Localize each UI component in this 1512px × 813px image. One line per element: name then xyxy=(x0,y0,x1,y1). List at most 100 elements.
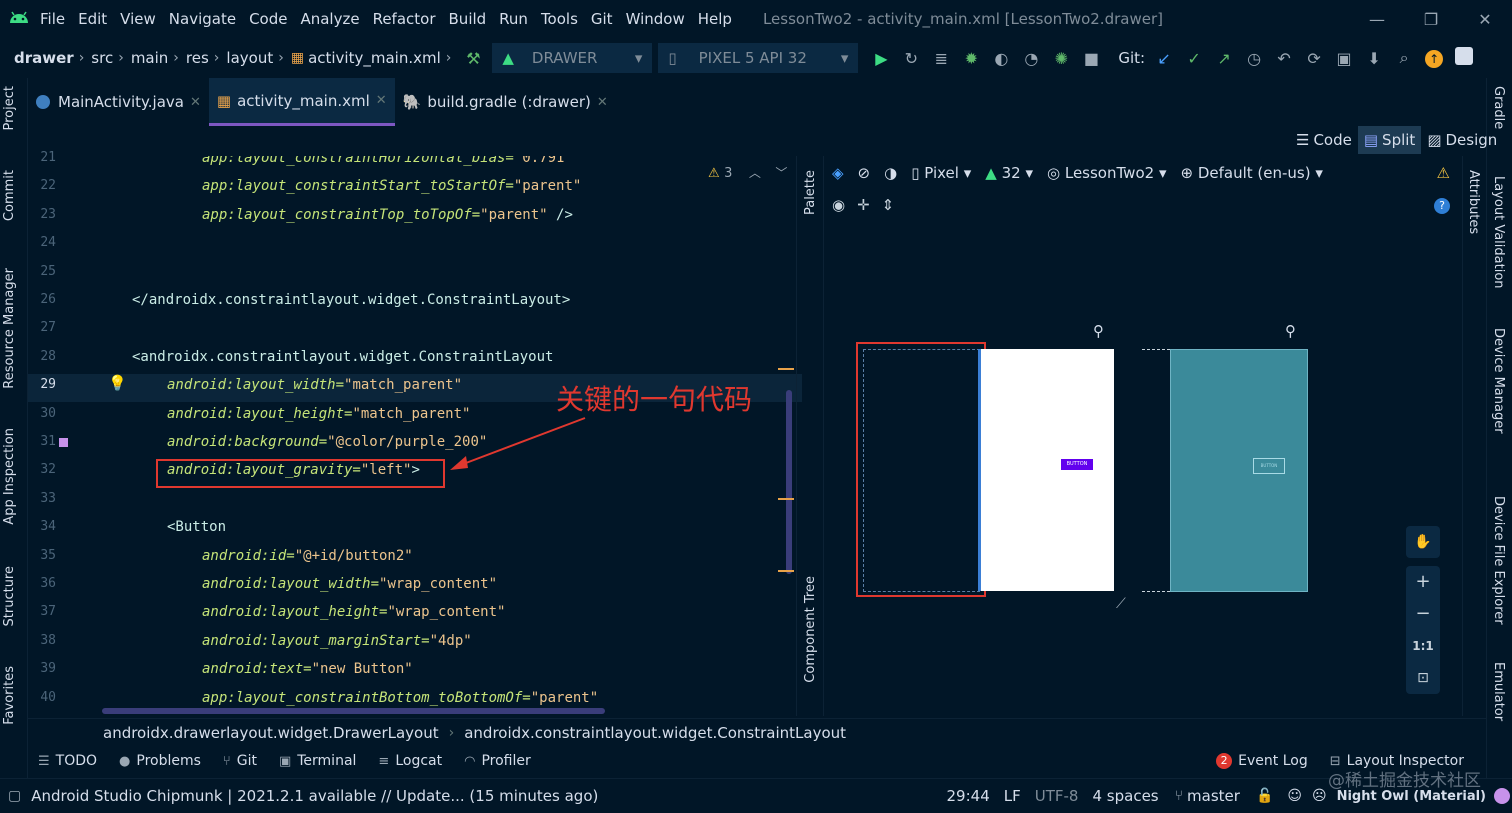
close-icon[interactable]: ✕ xyxy=(597,95,608,110)
code-line[interactable]: android:layout_marginStart="4dp" xyxy=(202,627,472,655)
tool-tab-terminal[interactable]: ▣ Terminal xyxy=(279,753,356,769)
menu-refactor[interactable]: Refactor xyxy=(373,10,436,28)
warning-icon[interactable]: ⚠ xyxy=(1437,164,1450,182)
design-view-button[interactable]: ▨ Design xyxy=(1421,126,1503,154)
chevron-down-icon[interactable]: ﹀ xyxy=(775,166,787,180)
apply-code-icon[interactable]: ≣ xyxy=(926,49,956,68)
status-message[interactable]: Android Studio Chipmunk | 2021.2.1 avail… xyxy=(31,787,598,805)
breadcrumb-res[interactable]: res xyxy=(186,49,209,67)
profile-icon[interactable]: ◔ xyxy=(1016,49,1046,68)
api-select[interactable]: ▲ 32 ▾ xyxy=(985,164,1033,182)
rollback-icon[interactable]: ↶ xyxy=(1269,49,1299,68)
tab-main-activity[interactable]: MainActivity.java ✕ xyxy=(28,78,209,126)
file-encoding[interactable]: UTF-8 xyxy=(1035,787,1079,805)
inspection-widget[interactable]: ⚠ 3 ︿ ﹀ xyxy=(708,164,787,181)
menu-tools[interactable]: Tools xyxy=(541,10,578,28)
history-icon[interactable]: ◷ xyxy=(1239,49,1269,68)
debug-icon[interactable]: ✹ xyxy=(956,49,986,68)
code-line[interactable]: app:layout_constraintStart_toStartOf="pa… xyxy=(202,172,581,200)
smiley-icon[interactable]: ☺ xyxy=(1287,788,1302,804)
tool-tab-profiler[interactable]: ◠ Profiler xyxy=(464,753,531,769)
minimize-button[interactable]: — xyxy=(1350,10,1404,29)
blueprint-preview[interactable]: BUTTON xyxy=(1170,349,1308,592)
menu-view[interactable]: View xyxy=(120,10,156,28)
menu-run[interactable]: Run xyxy=(499,10,528,28)
git-update-icon[interactable]: ↙ xyxy=(1149,49,1179,68)
indent-setting[interactable]: 4 spaces xyxy=(1092,787,1158,805)
split-view-button[interactable]: ▤ Split xyxy=(1357,126,1422,154)
constraint-icon[interactable]: ✛ xyxy=(857,196,870,214)
close-window-button[interactable]: ✕ xyxy=(1458,10,1512,29)
breadcrumb-layout[interactable]: layout xyxy=(226,49,273,67)
eye-icon[interactable]: ◉ xyxy=(832,196,845,214)
run-config-select[interactable]: ▲ DRAWER ▾ xyxy=(492,43,653,73)
close-icon[interactable]: ✕ xyxy=(376,93,387,108)
code-line[interactable]: <androidx.constraintlayout.widget.Constr… xyxy=(132,343,553,371)
menu-build[interactable]: Build xyxy=(449,10,487,28)
orientation-icon[interactable]: ⊘ xyxy=(858,164,871,182)
search-icon[interactable]: ⌕ xyxy=(1389,48,1419,68)
breadcrumb-drawer[interactable]: drawer xyxy=(14,49,74,67)
menu-window[interactable]: Window xyxy=(626,10,685,28)
attach-debugger-icon[interactable]: ✺ xyxy=(1046,49,1076,68)
tool-tab-layout-validation[interactable]: Layout Validation xyxy=(1491,176,1506,289)
theme-select[interactable]: ◎ LessonTwo2 ▾ xyxy=(1047,164,1166,182)
caret-position[interactable]: 29:44 xyxy=(947,787,990,805)
color-swatch[interactable] xyxy=(59,438,68,447)
tool-tab-component-tree[interactable]: Component Tree xyxy=(803,576,818,683)
restore-button[interactable]: ❐ xyxy=(1404,10,1458,29)
breadcrumb-src[interactable]: src xyxy=(91,49,113,67)
tool-tab-app-inspection[interactable]: App Inspection xyxy=(2,428,17,525)
wrench-icon[interactable]: ⚲ xyxy=(1285,322,1296,340)
locale-select[interactable]: ⊕ Default (en-us) ▾ xyxy=(1180,164,1322,182)
menu-navigate[interactable]: Navigate xyxy=(169,10,236,28)
tab-activity-main[interactable]: ▦ activity_main.xml ✕ xyxy=(208,78,395,126)
run-icon[interactable]: ▶ xyxy=(866,49,896,68)
zoom-actual-size-button[interactable]: 1:1 xyxy=(1406,630,1440,662)
zoom-in-icon[interactable]: + xyxy=(1406,566,1440,598)
git-commit-icon[interactable]: ✓ xyxy=(1179,49,1209,68)
git-push-icon[interactable]: ↗ xyxy=(1209,49,1239,68)
tool-tab-event-log[interactable]: 2 Event Log xyxy=(1216,753,1308,769)
tab-build-gradle[interactable]: 🐘 build.gradle (:drawer) ✕ xyxy=(395,78,616,126)
hammer-icon[interactable]: ⚒ xyxy=(458,49,488,68)
tool-tab-project[interactable]: Project xyxy=(2,86,17,130)
menu-git[interactable]: Git xyxy=(591,10,613,28)
code-line[interactable]: android:layout_height="match_parent" xyxy=(167,400,470,428)
code-line[interactable]: android:id="@+id/button2" xyxy=(202,542,413,570)
device-select[interactable]: ▯ Pixel ▾ xyxy=(911,164,971,182)
device-select[interactable]: ▯ PIXEL 5 API 32 ▾ xyxy=(658,43,859,73)
close-icon[interactable]: ✕ xyxy=(190,95,201,110)
code-line[interactable]: app:layout_constraintTop_toTopOf="parent… xyxy=(202,201,573,229)
updates-icon[interactable]: ↑ xyxy=(1419,48,1449,68)
tool-tab-git[interactable]: ⑂ Git xyxy=(223,753,257,769)
sync-gradle-icon[interactable]: ⟳ xyxy=(1299,49,1329,68)
tool-tab-problems[interactable]: ● Problems xyxy=(119,753,201,769)
lock-icon[interactable]: 🔓 xyxy=(1256,788,1273,804)
avatar[interactable] xyxy=(1449,47,1479,69)
chevron-up-icon[interactable]: ︿ xyxy=(749,166,761,180)
tool-tab-gradle[interactable]: Gradle xyxy=(1491,86,1506,129)
wrench-icon[interactable]: ⚲ xyxy=(1093,322,1104,340)
xml-crumb-drawer[interactable]: androidx.drawerlayout.widget.DrawerLayou… xyxy=(103,724,439,742)
lightbulb-icon[interactable]: 💡 xyxy=(108,374,127,392)
tool-tab-palette[interactable]: Palette xyxy=(803,170,818,215)
menu-file[interactable]: File xyxy=(40,10,65,28)
tool-tab-structure[interactable]: Structure xyxy=(2,566,17,626)
line-separator[interactable]: LF xyxy=(1004,787,1021,805)
breadcrumb-file[interactable]: activity_main.xml xyxy=(308,49,441,67)
tool-tab-todo[interactable]: ☰ TODO xyxy=(38,753,97,769)
blueprint-button[interactable]: BUTTON xyxy=(1253,458,1285,474)
help-icon[interactable]: ? xyxy=(1434,198,1450,214)
menu-analyze[interactable]: Analyze xyxy=(300,10,359,28)
margin-icon[interactable]: ⇕ xyxy=(882,196,895,214)
code-line[interactable]: app:layout_constraintHorizontal_bias="0.… xyxy=(202,156,573,172)
zoom-fit-icon[interactable]: ⊡ xyxy=(1406,662,1440,694)
night-mode-icon[interactable]: ◑ xyxy=(884,164,897,182)
pan-hand-icon[interactable]: ✋ xyxy=(1406,526,1440,558)
code-line[interactable]: android:layout_width="wrap_content" xyxy=(202,570,497,598)
git-branch[interactable]: master xyxy=(1187,787,1240,805)
layers-icon[interactable]: ◈ xyxy=(832,164,844,182)
sad-face-icon[interactable]: ☹ xyxy=(1312,788,1327,804)
tool-tab-device-manager[interactable]: Device Manager xyxy=(1491,328,1506,434)
